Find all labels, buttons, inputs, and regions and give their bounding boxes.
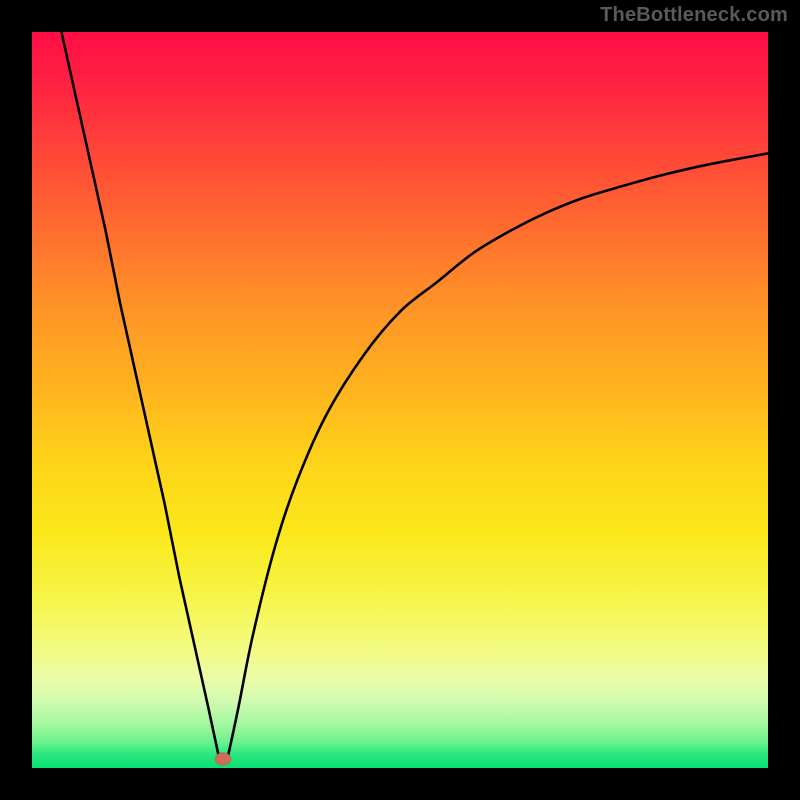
right-branch-path	[227, 153, 768, 760]
minimum-marker	[215, 753, 231, 766]
chart-frame: TheBottleneck.com	[0, 0, 800, 800]
watermark-text: TheBottleneck.com	[600, 4, 788, 27]
curve-svg	[32, 32, 768, 768]
left-branch-path	[61, 32, 219, 761]
plot-area	[32, 32, 768, 768]
